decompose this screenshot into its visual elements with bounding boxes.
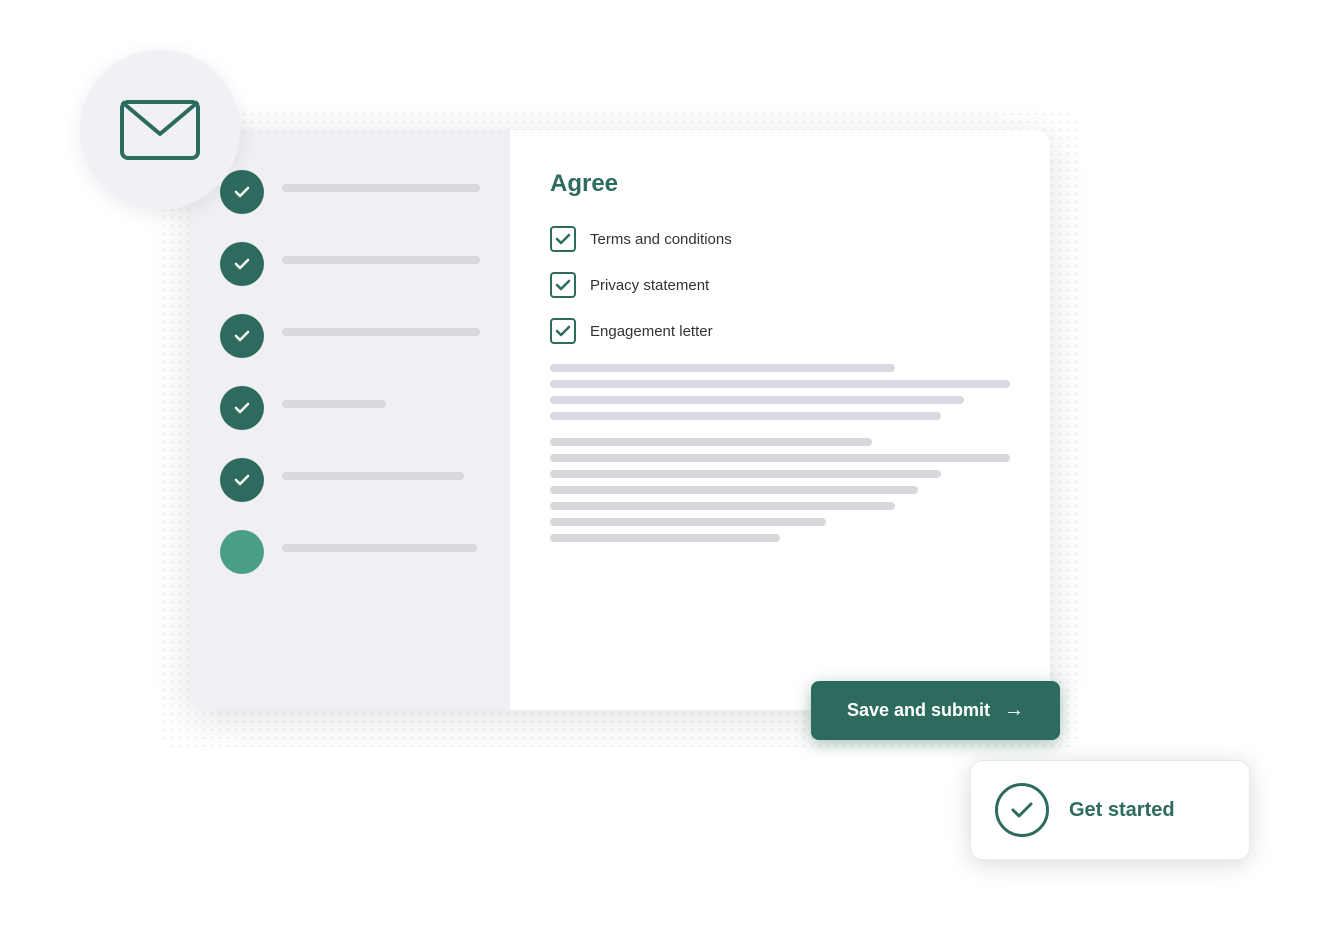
check-icon-3 — [232, 326, 252, 346]
agree-title: Agree — [550, 170, 1010, 198]
check-icon-4 — [232, 398, 252, 418]
body-text — [550, 364, 1010, 542]
step-item-3[interactable] — [220, 314, 480, 358]
terms-check-icon — [555, 231, 571, 247]
step-circle-5 — [220, 458, 264, 502]
text-line-8 — [550, 486, 918, 494]
step-label-3 — [282, 328, 480, 336]
terms-label: Terms and conditions — [590, 231, 732, 248]
step-item-5[interactable] — [220, 458, 480, 502]
terms-checkbox-item[interactable]: Terms and conditions — [550, 226, 1010, 252]
step-circle-2 — [220, 242, 264, 286]
privacy-checkbox[interactable] — [550, 272, 576, 298]
step-label-5 — [282, 472, 464, 480]
left-panel — [190, 130, 510, 710]
step-item-6[interactable] — [220, 530, 480, 574]
get-started-checkmark — [1008, 796, 1036, 824]
text-line-6 — [550, 454, 1010, 462]
email-icon — [120, 100, 200, 160]
check-icon-2 — [232, 254, 252, 274]
text-line-1 — [550, 364, 895, 372]
step-label-6 — [282, 544, 477, 552]
engagement-label: Engagement letter — [590, 323, 713, 340]
main-card: Agree Terms and conditions Privacy state… — [190, 130, 1050, 710]
privacy-label: Privacy statement — [590, 277, 709, 294]
step-circle-6 — [220, 530, 264, 574]
terms-checkbox[interactable] — [550, 226, 576, 252]
step-item-4[interactable] — [220, 386, 480, 430]
engagement-checkbox-item[interactable]: Engagement letter — [550, 318, 1010, 344]
privacy-check-icon — [555, 277, 571, 293]
step-circle-4 — [220, 386, 264, 430]
step-circle-3 — [220, 314, 264, 358]
step-circle-1 — [220, 170, 264, 214]
email-icon-circle — [80, 50, 240, 210]
step-label-2 — [282, 256, 480, 264]
step-label-4 — [282, 400, 386, 408]
check-icon-5 — [232, 470, 252, 490]
text-line-9 — [550, 502, 895, 510]
arrow-icon: → — [1004, 699, 1024, 722]
text-line-3 — [550, 396, 964, 404]
text-line-11 — [550, 534, 780, 542]
engagement-check-icon — [555, 323, 571, 339]
text-line-7 — [550, 470, 941, 478]
text-line-10 — [550, 518, 826, 526]
step-item-2[interactable] — [220, 242, 480, 286]
save-submit-button[interactable]: Save and submit → — [811, 681, 1060, 740]
privacy-checkbox-item[interactable]: Privacy statement — [550, 272, 1010, 298]
text-line-5 — [550, 438, 872, 446]
get-started-card[interactable]: Get started — [970, 760, 1250, 860]
get-started-label: Get started — [1069, 799, 1175, 822]
text-line-4 — [550, 412, 941, 420]
check-icon-1 — [232, 182, 252, 202]
save-submit-label: Save and submit — [847, 700, 990, 721]
text-line-2 — [550, 380, 1010, 388]
step-label-1 — [282, 184, 480, 192]
engagement-checkbox[interactable] — [550, 318, 576, 344]
step-item-1[interactable] — [220, 170, 480, 214]
get-started-check-icon — [995, 783, 1049, 837]
right-panel: Agree Terms and conditions Privacy state… — [510, 130, 1050, 710]
